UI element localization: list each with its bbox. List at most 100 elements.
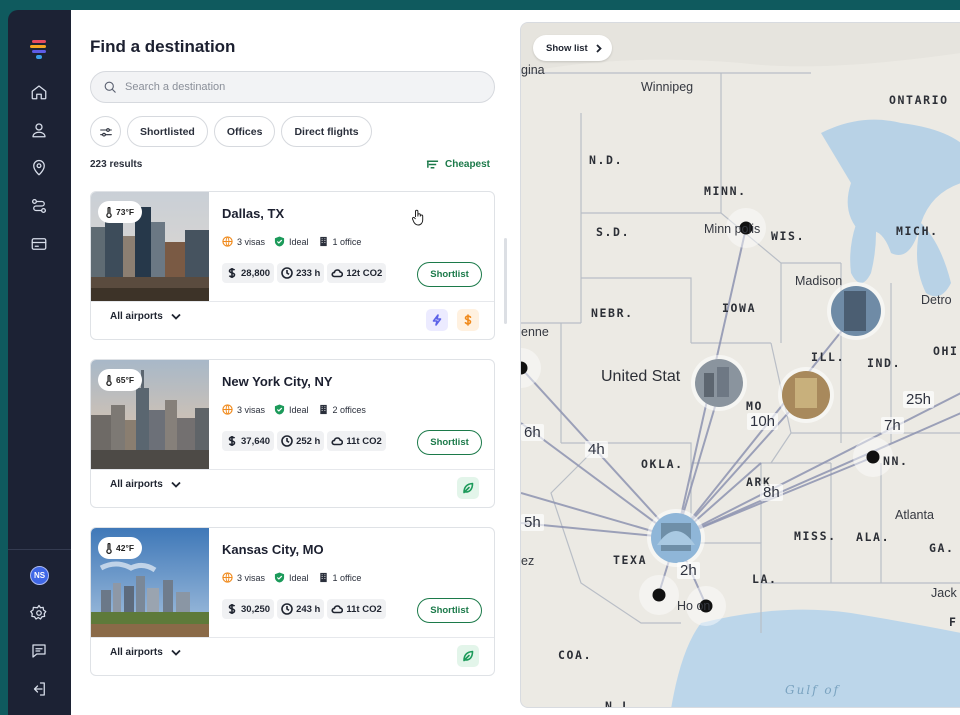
- clock-icon: [281, 435, 293, 447]
- page-title: Find a destination: [90, 37, 236, 56]
- user-icon[interactable]: [28, 119, 50, 141]
- map-label-nd: N.D.: [589, 153, 624, 167]
- filter-settings-button[interactable]: [90, 116, 121, 147]
- app-logo[interactable]: [30, 40, 48, 62]
- card-divider: [91, 469, 494, 470]
- map-label-ohio: OHI: [933, 344, 959, 358]
- map-label-united-states: United Stat: [601, 368, 681, 385]
- sort-button[interactable]: Cheapest: [426, 159, 490, 170]
- filter-offices[interactable]: Offices: [213, 116, 276, 147]
- fast-tag[interactable]: [426, 309, 448, 331]
- map-label-minn: MINN.: [704, 184, 747, 198]
- thermometer-icon: [106, 374, 112, 386]
- flight-hours-label: 5h: [521, 514, 544, 531]
- filter-shortlisted[interactable]: Shortlisted: [127, 116, 208, 147]
- map-label-ala: ALA.: [856, 530, 891, 544]
- home-icon[interactable]: [28, 81, 50, 103]
- chat-icon[interactable]: [28, 640, 50, 662]
- list-scrollbar[interactable]: [504, 238, 507, 324]
- map-label-ontario: ONTARIO: [889, 93, 949, 107]
- destination-card[interactable]: 65°F New York City, NY 3 visas Ideal 2 o…: [90, 359, 495, 508]
- destination-card[interactable]: 73°F Dallas, TX 3 visas Ideal 1 office 2…: [90, 191, 495, 340]
- card-divider: [91, 637, 494, 638]
- map-label-nl: N.L.: [605, 699, 640, 708]
- avatar[interactable]: NS: [30, 566, 49, 585]
- map-label-nebr: NEBR.: [591, 306, 634, 320]
- thermometer-icon: [106, 206, 112, 218]
- dollar-icon: [228, 604, 236, 614]
- map-label-okla: OKLA.: [641, 457, 684, 471]
- co2-stat: 11t CO2: [327, 599, 386, 619]
- filter-direct-flights[interactable]: Direct flights: [281, 116, 372, 147]
- dollar-icon: [464, 314, 472, 326]
- logout-icon[interactable]: [28, 678, 50, 700]
- shield-check-icon: [274, 404, 285, 415]
- destination-card[interactable]: 42°F Kansas City, MO 3 visas Ideal 1 off…: [90, 527, 495, 676]
- cloud-icon: [331, 605, 344, 614]
- card-stats: 37,640 252 h 11t CO2: [222, 431, 386, 451]
- chevron-right-icon: [596, 43, 602, 53]
- map-label-mo: MO: [746, 399, 764, 413]
- globe-icon: [222, 572, 233, 583]
- cost-stat: 28,800: [222, 263, 275, 283]
- sidebar-divider: [8, 549, 71, 550]
- sidebar: NS: [8, 10, 71, 715]
- airports-dropdown[interactable]: All airports: [110, 479, 181, 490]
- globe-icon: [222, 404, 233, 415]
- search-bar[interactable]: [90, 71, 495, 103]
- cheap-tag[interactable]: [457, 309, 479, 331]
- flight-hours-label: 2h: [677, 562, 700, 579]
- shield-check-icon: [274, 236, 285, 247]
- map-label-ga: GA.: [929, 541, 955, 555]
- map-label-cheyenne: enne: [521, 325, 549, 339]
- globe-icon: [222, 236, 233, 247]
- airports-dropdown[interactable]: All airports: [110, 311, 181, 322]
- sliders-icon: [99, 127, 112, 137]
- city-photo: 65°F: [91, 360, 209, 469]
- map-label-winnipeg: Winnipeg: [641, 80, 694, 94]
- dollar-icon: [228, 268, 236, 278]
- flight-hours-label: 10h: [747, 413, 779, 430]
- filter-chips: Shortlisted Offices Direct flights: [90, 116, 372, 147]
- cloud-icon: [331, 437, 344, 446]
- map-label-fla: F: [949, 615, 958, 629]
- card-meta: 3 visas Ideal 1 office: [222, 236, 370, 247]
- building-icon: [319, 236, 327, 247]
- flight-hours-label: 4h: [585, 441, 608, 458]
- cost-stat: 30,250: [222, 599, 275, 619]
- shortlist-button[interactable]: Shortlist: [417, 598, 482, 623]
- map-view[interactable]: gina Winnipeg ONTARIO N.D. MINN. S.D. Mi…: [520, 22, 960, 708]
- map-label-ind: IND.: [867, 356, 902, 370]
- city-name: New York City, NY: [222, 374, 333, 389]
- lightning-icon: [432, 314, 442, 326]
- eco-tag[interactable]: [457, 645, 479, 667]
- map-label-ill: ILL.: [811, 350, 846, 364]
- dollar-icon: [228, 436, 236, 446]
- eco-tag[interactable]: [457, 477, 479, 499]
- settings-icon[interactable]: [28, 602, 50, 624]
- chevron-down-icon: [171, 649, 181, 656]
- flight-hours-label: 25h: [903, 391, 935, 408]
- credit-card-icon[interactable]: [28, 233, 50, 255]
- map-label-minneapolis: Minn polis: [704, 222, 761, 236]
- co2-stat: 11t CO2: [327, 431, 386, 451]
- airports-dropdown[interactable]: All airports: [110, 647, 181, 658]
- map-label-tenn: NN.: [883, 454, 909, 468]
- shortlist-button[interactable]: Shortlist: [417, 430, 482, 455]
- show-list-button[interactable]: Show list: [533, 35, 612, 61]
- search-input[interactable]: [125, 81, 465, 93]
- temperature-badge: 73°F: [98, 201, 143, 223]
- sort-label: Cheapest: [445, 159, 491, 170]
- card-stats: 30,250 243 h 11t CO2: [222, 599, 386, 619]
- shortlist-button[interactable]: Shortlist: [417, 262, 482, 287]
- map-label-atlanta: Atlanta: [895, 508, 934, 522]
- route-icon[interactable]: [28, 195, 50, 217]
- map-label-jackson: Jack: [931, 586, 957, 600]
- map-label-la: LA.: [752, 572, 778, 586]
- clock-icon: [281, 267, 293, 279]
- flight-hours-label: 6h: [521, 424, 544, 441]
- card-stats: 28,800 233 h 12t CO2: [222, 263, 387, 283]
- shield-check-icon: [274, 572, 285, 583]
- cloud-icon: [331, 269, 344, 278]
- location-pin-icon[interactable]: [28, 157, 50, 179]
